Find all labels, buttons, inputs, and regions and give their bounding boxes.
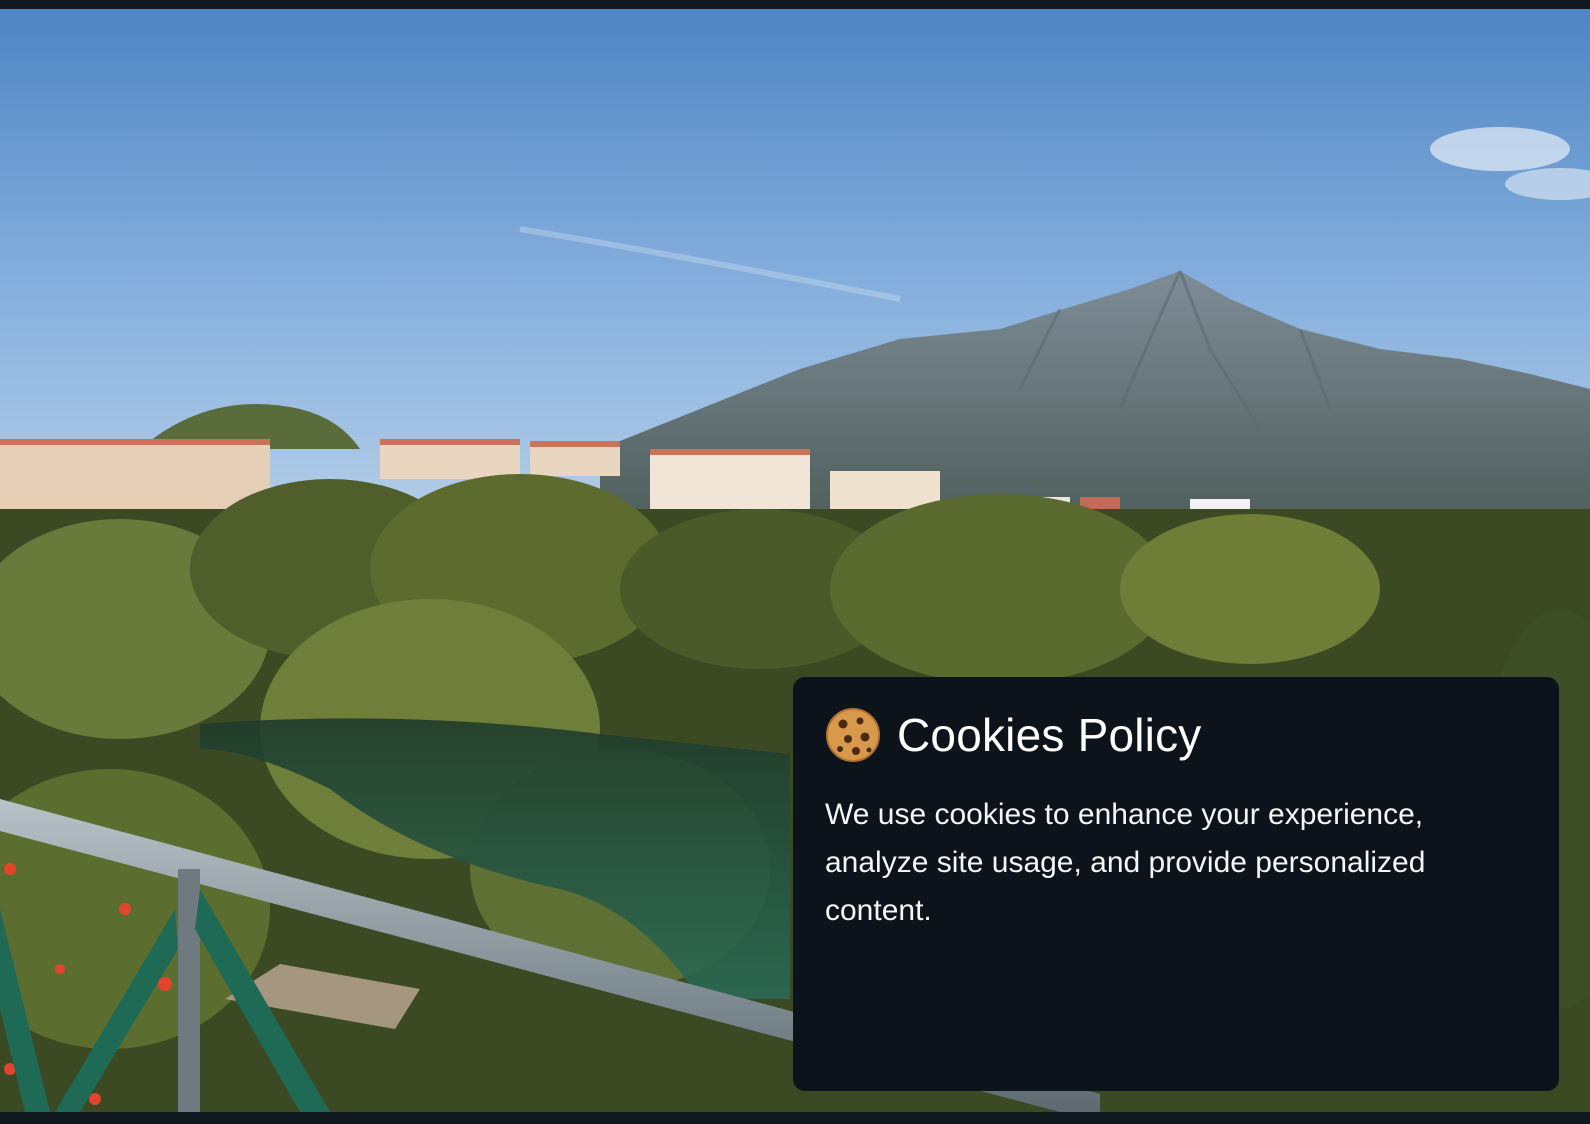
- cookie-title: Cookies Policy: [897, 709, 1202, 761]
- cookie-header: Cookies Policy: [825, 707, 1527, 763]
- cookie-icon: [826, 708, 880, 762]
- cloud: [1430, 127, 1570, 171]
- cookie-consent-panel: Cookies Policy We use cookies to enhance…: [793, 677, 1559, 1091]
- top-bar: [0, 0, 1590, 9]
- cookie-message: We use cookies to enhance your experienc…: [825, 798, 1426, 927]
- bottom-bar: [0, 1112, 1590, 1124]
